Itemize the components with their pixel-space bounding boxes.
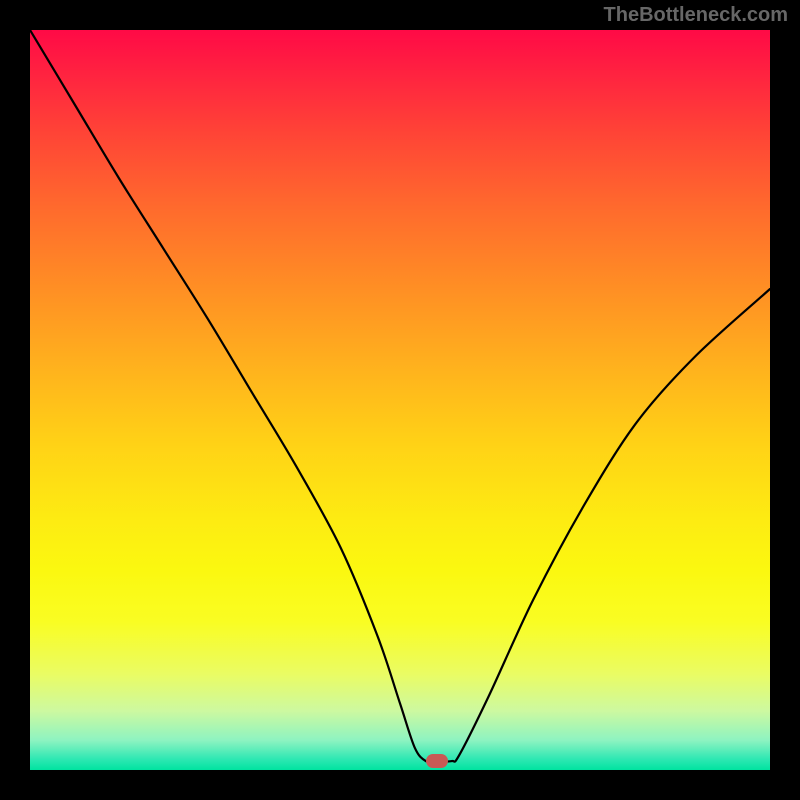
plot-area bbox=[30, 30, 770, 770]
watermark-text: TheBottleneck.com bbox=[604, 4, 788, 27]
curve-svg bbox=[30, 30, 770, 770]
chart-container: TheBottleneck.com bbox=[0, 0, 800, 800]
optimum-marker bbox=[426, 754, 448, 768]
data-curve bbox=[30, 30, 770, 762]
